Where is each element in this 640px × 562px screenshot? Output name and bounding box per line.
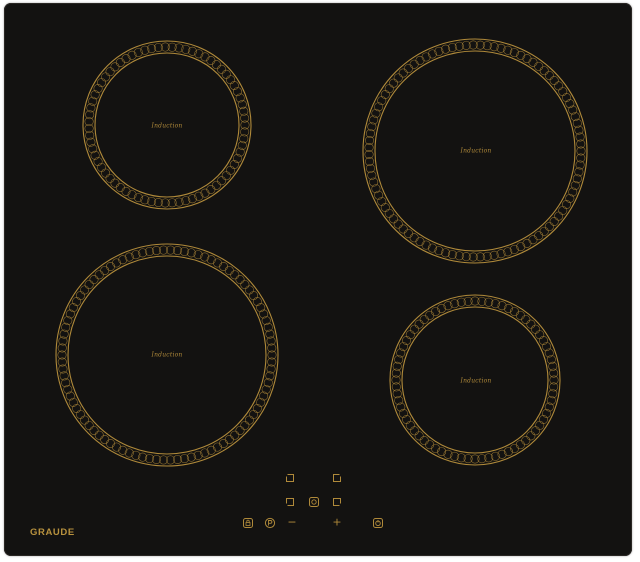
zone-select-front-left-icon[interactable] xyxy=(285,497,296,508)
zone-select-rear-left-icon[interactable] xyxy=(285,473,296,484)
brand-logo: GRAUDE xyxy=(30,527,75,538)
induction-hob: Induction Induction Induction Induction … xyxy=(4,3,632,556)
zone-label: Induction xyxy=(460,377,492,385)
zone-label: Induction xyxy=(460,147,492,155)
child-lock-icon[interactable] xyxy=(243,518,254,529)
timer-icon[interactable] xyxy=(309,497,320,508)
zone-select-rear-right-icon[interactable] xyxy=(332,473,343,484)
power-icon[interactable] xyxy=(373,518,384,529)
minus-button[interactable]: − xyxy=(287,517,296,528)
zone-label: Induction xyxy=(151,351,183,359)
zone-label: Induction xyxy=(151,122,183,130)
zone-select-front-right-icon[interactable] xyxy=(332,497,343,508)
hob-surface xyxy=(55,38,588,467)
power-boost-icon[interactable] xyxy=(264,517,276,529)
plus-button[interactable]: + xyxy=(332,517,341,528)
